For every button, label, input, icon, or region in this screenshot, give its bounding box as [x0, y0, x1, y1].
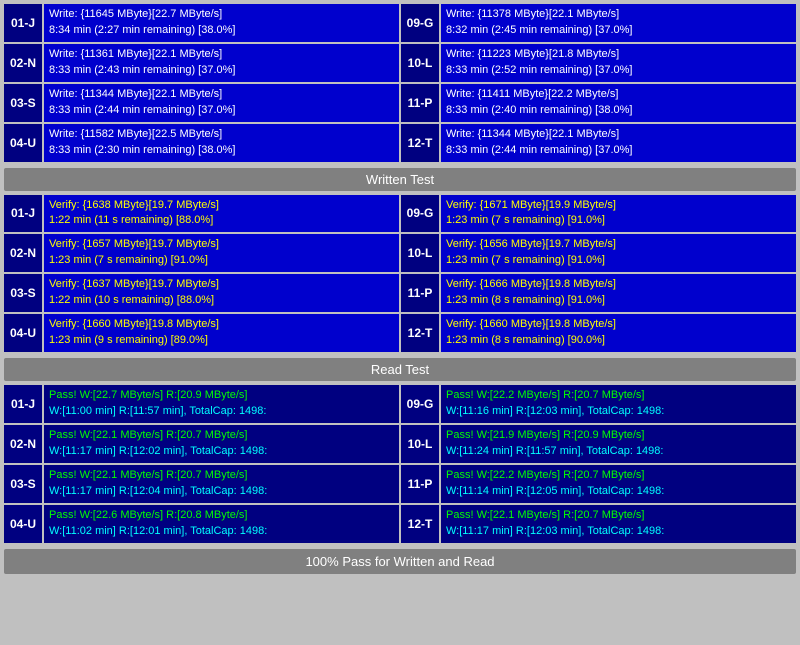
- write-data-11-P: Write: {11411 MByte}[22.2 MByte/s]8:33 m…: [441, 84, 796, 122]
- write-row-12-T: 12-TWrite: {11344 MByte}[22.1 MByte/s]8:…: [401, 124, 796, 162]
- verify-data-04-U: Verify: {1660 MByte}[19.8 MByte/s]1:23 m…: [44, 314, 399, 352]
- write-left-col: 01-JWrite: {11645 MByte}[22.7 MByte/s]8:…: [4, 4, 399, 164]
- pass-data-01-J: Pass! W:[22.7 MByte/s] R:[20.9 MByte/s]W…: [44, 385, 399, 423]
- pass-section: 01-JPass! W:[22.7 MByte/s] R:[20.9 MByte…: [4, 385, 796, 545]
- verify-right-col: 09-GVerify: {1671 MByte}[19.9 MByte/s]1:…: [401, 195, 796, 355]
- pass-id-01-J: 01-J: [4, 385, 42, 423]
- verify-row-12-T: 12-TVerify: {1660 MByte}[19.8 MByte/s]1:…: [401, 314, 796, 352]
- write-data-12-T: Write: {11344 MByte}[22.1 MByte/s]8:33 m…: [441, 124, 796, 162]
- verify-row-02-N: 02-NVerify: {1657 MByte}[19.7 MByte/s]1:…: [4, 234, 399, 272]
- verify-row-01-J: 01-JVerify: {1638 MByte}[19.7 MByte/s]1:…: [4, 195, 399, 233]
- write-row-10-L: 10-LWrite: {11223 MByte}[21.8 MByte/s]8:…: [401, 44, 796, 82]
- pass-row-04-U: 04-UPass! W:[22.6 MByte/s] R:[20.8 MByte…: [4, 505, 399, 543]
- write-row-09-G: 09-GWrite: {11378 MByte}[22.1 MByte/s]8:…: [401, 4, 796, 42]
- verify-section: 01-JVerify: {1638 MByte}[19.7 MByte/s]1:…: [4, 195, 796, 382]
- row-id-02-N: 02-N: [4, 44, 42, 82]
- pass-id-03-S: 03-S: [4, 465, 42, 503]
- pass-data-12-T: Pass! W:[22.1 MByte/s] R:[20.7 MByte/s]W…: [441, 505, 796, 543]
- verify-row-04-U: 04-UVerify: {1660 MByte}[19.8 MByte/s]1:…: [4, 314, 399, 352]
- pass-row-02-N: 02-NPass! W:[22.1 MByte/s] R:[20.7 MByte…: [4, 425, 399, 463]
- written-test-label: Written Test: [4, 168, 796, 191]
- pass-row-03-S: 03-SPass! W:[22.1 MByte/s] R:[20.7 MByte…: [4, 465, 399, 503]
- verify-data-09-G: Verify: {1671 MByte}[19.9 MByte/s]1:23 m…: [441, 195, 796, 233]
- write-row-11-P: 11-PWrite: {11411 MByte}[22.2 MByte/s]8:…: [401, 84, 796, 122]
- write-data-04-U: Write: {11582 MByte}[22.5 MByte/s]8:33 m…: [44, 124, 399, 162]
- write-row-03-S: 03-SWrite: {11344 MByte}[22.1 MByte/s]8:…: [4, 84, 399, 122]
- main-container: 01-JWrite: {11645 MByte}[22.7 MByte/s]8:…: [0, 0, 800, 578]
- pass-id-11-P: 11-P: [401, 465, 439, 503]
- pass-right-col: 09-GPass! W:[22.2 MByte/s] R:[20.7 MByte…: [401, 385, 796, 545]
- write-right-col: 09-GWrite: {11378 MByte}[22.1 MByte/s]8:…: [401, 4, 796, 164]
- verify-data-02-N: Verify: {1657 MByte}[19.7 MByte/s]1:23 m…: [44, 234, 399, 272]
- verify-left-col: 01-JVerify: {1638 MByte}[19.7 MByte/s]1:…: [4, 195, 399, 355]
- pass-id-02-N: 02-N: [4, 425, 42, 463]
- verify-id-11-P: 11-P: [401, 274, 439, 312]
- verify-row-11-P: 11-PVerify: {1666 MByte}[19.8 MByte/s]1:…: [401, 274, 796, 312]
- write-section: 01-JWrite: {11645 MByte}[22.7 MByte/s]8:…: [4, 4, 796, 191]
- write-data-01-J: Write: {11645 MByte}[22.7 MByte/s]8:34 m…: [44, 4, 399, 42]
- write-row-02-N: 02-NWrite: {11361 MByte}[22.1 MByte/s]8:…: [4, 44, 399, 82]
- verify-id-04-U: 04-U: [4, 314, 42, 352]
- pass-row-10-L: 10-LPass! W:[21.9 MByte/s] R:[20.9 MByte…: [401, 425, 796, 463]
- pass-grid: 01-JPass! W:[22.7 MByte/s] R:[20.9 MByte…: [4, 385, 796, 545]
- write-data-09-G: Write: {11378 MByte}[22.1 MByte/s]8:32 m…: [441, 4, 796, 42]
- write-grid: 01-JWrite: {11645 MByte}[22.7 MByte/s]8:…: [4, 4, 796, 164]
- write-row-04-U: 04-UWrite: {11582 MByte}[22.5 MByte/s]8:…: [4, 124, 399, 162]
- verify-id-12-T: 12-T: [401, 314, 439, 352]
- pass-data-02-N: Pass! W:[22.1 MByte/s] R:[20.7 MByte/s]W…: [44, 425, 399, 463]
- verify-id-02-N: 02-N: [4, 234, 42, 272]
- row-id-04-U: 04-U: [4, 124, 42, 162]
- row-id-03-S: 03-S: [4, 84, 42, 122]
- write-row-01-J: 01-JWrite: {11645 MByte}[22.7 MByte/s]8:…: [4, 4, 399, 42]
- row-id-11-P: 11-P: [401, 84, 439, 122]
- pass-data-03-S: Pass! W:[22.1 MByte/s] R:[20.7 MByte/s]W…: [44, 465, 399, 503]
- pass-data-04-U: Pass! W:[22.6 MByte/s] R:[20.8 MByte/s]W…: [44, 505, 399, 543]
- pass-id-04-U: 04-U: [4, 505, 42, 543]
- pass-row-09-G: 09-GPass! W:[22.2 MByte/s] R:[20.7 MByte…: [401, 385, 796, 423]
- pass-id-12-T: 12-T: [401, 505, 439, 543]
- write-data-03-S: Write: {11344 MByte}[22.1 MByte/s]8:33 m…: [44, 84, 399, 122]
- verify-row-09-G: 09-GVerify: {1671 MByte}[19.9 MByte/s]1:…: [401, 195, 796, 233]
- pass-row-12-T: 12-TPass! W:[22.1 MByte/s] R:[20.7 MByte…: [401, 505, 796, 543]
- pass-row-11-P: 11-PPass! W:[22.2 MByte/s] R:[20.7 MByte…: [401, 465, 796, 503]
- pass-data-09-G: Pass! W:[22.2 MByte/s] R:[20.7 MByte/s]W…: [441, 385, 796, 423]
- row-id-09-G: 09-G: [401, 4, 439, 42]
- verify-grid: 01-JVerify: {1638 MByte}[19.7 MByte/s]1:…: [4, 195, 796, 355]
- pass-row-01-J: 01-JPass! W:[22.7 MByte/s] R:[20.9 MByte…: [4, 385, 399, 423]
- pass-id-09-G: 09-G: [401, 385, 439, 423]
- row-id-10-L: 10-L: [401, 44, 439, 82]
- verify-id-09-G: 09-G: [401, 195, 439, 233]
- bottom-status: 100% Pass for Written and Read: [4, 549, 796, 574]
- verify-data-03-S: Verify: {1637 MByte}[19.7 MByte/s]1:22 m…: [44, 274, 399, 312]
- verify-data-01-J: Verify: {1638 MByte}[19.7 MByte/s]1:22 m…: [44, 195, 399, 233]
- verify-data-11-P: Verify: {1666 MByte}[19.8 MByte/s]1:23 m…: [441, 274, 796, 312]
- verify-data-12-T: Verify: {1660 MByte}[19.8 MByte/s]1:23 m…: [441, 314, 796, 352]
- verify-row-10-L: 10-LVerify: {1656 MByte}[19.7 MByte/s]1:…: [401, 234, 796, 272]
- pass-left-col: 01-JPass! W:[22.7 MByte/s] R:[20.9 MByte…: [4, 385, 399, 545]
- verify-data-10-L: Verify: {1656 MByte}[19.7 MByte/s]1:23 m…: [441, 234, 796, 272]
- verify-row-03-S: 03-SVerify: {1637 MByte}[19.7 MByte/s]1:…: [4, 274, 399, 312]
- read-test-label: Read Test: [4, 358, 796, 381]
- write-data-02-N: Write: {11361 MByte}[22.1 MByte/s]8:33 m…: [44, 44, 399, 82]
- row-id-01-J: 01-J: [4, 4, 42, 42]
- write-data-10-L: Write: {11223 MByte}[21.8 MByte/s]8:33 m…: [441, 44, 796, 82]
- pass-data-11-P: Pass! W:[22.2 MByte/s] R:[20.7 MByte/s]W…: [441, 465, 796, 503]
- pass-id-10-L: 10-L: [401, 425, 439, 463]
- verify-id-03-S: 03-S: [4, 274, 42, 312]
- verify-id-10-L: 10-L: [401, 234, 439, 272]
- verify-id-01-J: 01-J: [4, 195, 42, 233]
- pass-data-10-L: Pass! W:[21.9 MByte/s] R:[20.9 MByte/s]W…: [441, 425, 796, 463]
- row-id-12-T: 12-T: [401, 124, 439, 162]
